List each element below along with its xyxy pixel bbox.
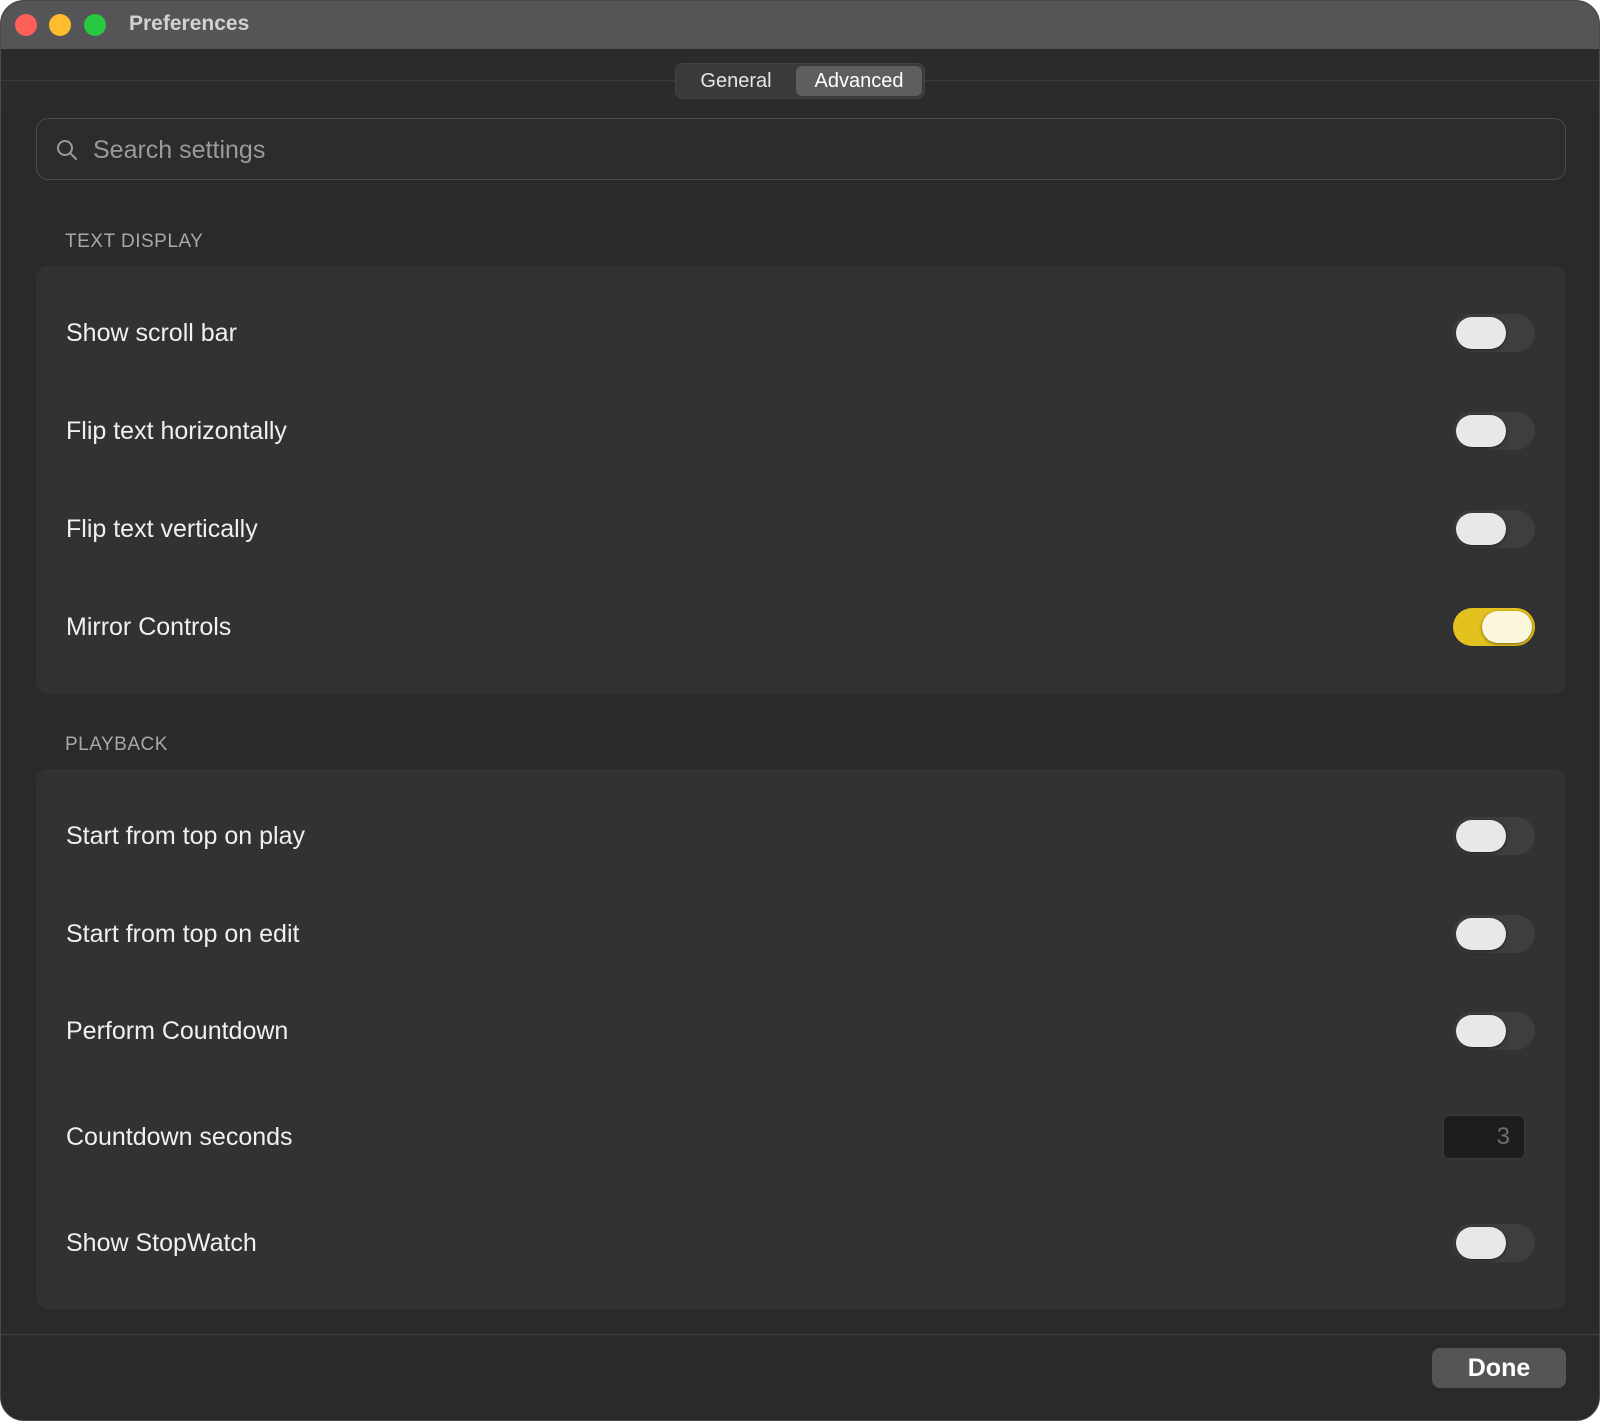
toggle-start-from-top-on-play[interactable]	[1453, 817, 1535, 855]
toggle-knob	[1456, 820, 1506, 852]
row-label-mirror-controls: Mirror Controls	[66, 613, 232, 641]
row-label-countdown-seconds: Countdown seconds	[66, 1123, 293, 1151]
row-label-show-stopwatch: Show StopWatch	[66, 1229, 257, 1257]
row-label-start-from-top-on-play: Start from top on play	[66, 822, 306, 850]
toggle-start-from-top-on-edit[interactable]	[1453, 915, 1535, 953]
toggle-knob	[1456, 415, 1506, 447]
toggle-mirror-controls[interactable]	[1453, 608, 1535, 646]
row-label-perform-countdown: Perform Countdown	[66, 1017, 289, 1045]
toggle-flip-text-horizontally[interactable]	[1453, 412, 1535, 450]
toggle-show-scroll-bar[interactable]	[1453, 314, 1535, 352]
row-label-flip-text-vertically: Flip text vertically	[66, 515, 258, 543]
countdown-seconds-field[interactable]: 3	[1443, 1115, 1525, 1159]
search-input[interactable]	[91, 119, 1545, 181]
footer-divider	[1, 1334, 1599, 1335]
row-label-start-from-top-on-edit: Start from top on edit	[66, 920, 300, 948]
done-button[interactable]: Done	[1432, 1348, 1566, 1388]
title-bar: Preferences	[1, 1, 1599, 49]
tab-general[interactable]: General	[678, 66, 794, 96]
toggle-knob	[1482, 611, 1532, 643]
row-label-flip-text-horizontally: Flip text horizontally	[66, 417, 287, 445]
toggle-knob	[1456, 1227, 1506, 1259]
search-icon	[57, 140, 77, 160]
tab-advanced[interactable]: Advanced	[796, 66, 922, 96]
toggle-show-stopwatch[interactable]	[1453, 1224, 1535, 1262]
toggle-knob	[1456, 918, 1506, 950]
close-window-button[interactable]	[15, 14, 37, 36]
search-field[interactable]	[36, 118, 1566, 181]
toggle-knob	[1456, 1015, 1506, 1047]
row-label-show-scroll-bar: Show scroll bar	[66, 319, 237, 347]
text-display-panel	[36, 266, 1566, 694]
toggle-perform-countdown[interactable]	[1453, 1012, 1535, 1050]
section-title-playback: PLAYBACK	[65, 734, 168, 755]
minimize-window-button[interactable]	[49, 14, 71, 36]
preferences-window: Preferences General Advanced TEXT DISPLA…	[0, 0, 1600, 1421]
window-title: Preferences	[129, 12, 250, 35]
toggle-knob	[1456, 513, 1506, 545]
zoom-window-button[interactable]	[84, 14, 106, 36]
toggle-flip-text-vertically[interactable]	[1453, 510, 1535, 548]
section-title-text-display: TEXT DISPLAY	[65, 231, 204, 252]
toggle-knob	[1456, 317, 1506, 349]
tab-switcher: General Advanced	[675, 63, 925, 99]
